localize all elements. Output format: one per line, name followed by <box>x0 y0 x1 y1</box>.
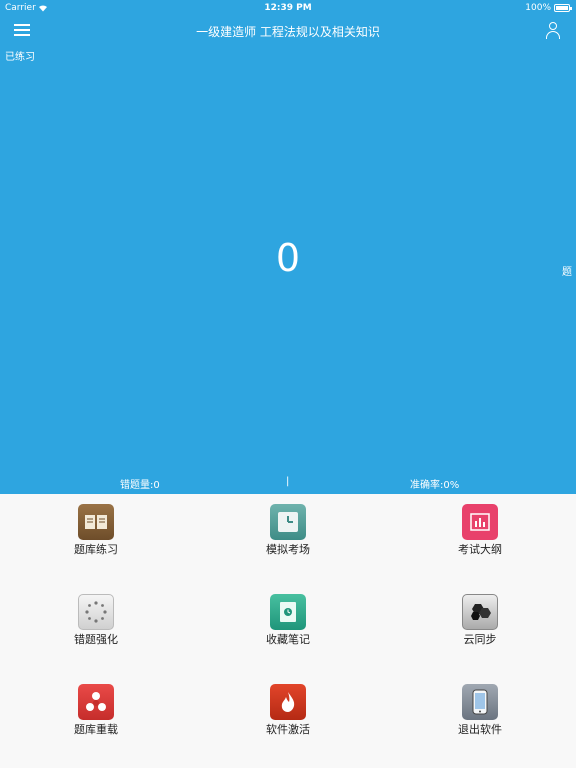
page-title: 一级建造师 工程法规以及相关知识 <box>196 25 380 39</box>
note-icon <box>270 594 306 630</box>
menu-item-activate[interactable]: 软件激活 <box>192 674 384 764</box>
battery-icon <box>554 4 572 12</box>
flame-icon <box>270 684 306 720</box>
stats-row: 错题量:0 | 准确率:0% <box>0 476 576 491</box>
menu-item-label: 模拟考场 <box>266 543 310 556</box>
phone-icon <box>462 684 498 720</box>
user-icon[interactable] <box>545 22 561 40</box>
practiced-count: 0 <box>275 236 301 280</box>
practiced-label: 已练习 <box>5 52 35 63</box>
menu-item-label: 云同步 <box>463 633 497 646</box>
sync-icon <box>462 594 498 630</box>
menu-item-label: 考试大纲 <box>458 543 502 556</box>
book-icon <box>78 504 114 540</box>
bar-chart-icon <box>462 504 498 540</box>
clock-time: 12:39 PM <box>264 3 312 13</box>
sparkle-icon <box>78 594 114 630</box>
battery-percent: 100% <box>525 3 551 13</box>
menu-item-syllabus[interactable]: 考试大纲 <box>384 494 576 584</box>
menu-item-exit[interactable]: 退出软件 <box>384 674 576 764</box>
wrong-count: 错题量:0 <box>120 480 160 491</box>
stats-separator: | <box>286 476 290 487</box>
nav-bar: 一级建造师 工程法规以及相关知识 <box>0 16 576 46</box>
menu-item-cloud-sync[interactable]: 云同步 <box>384 584 576 674</box>
summary-panel: 一级建造师 工程法规以及相关知识 已练习 0 题 错题量:0 | 准确率:0% <box>0 16 576 494</box>
question-unit-label: 题 <box>562 267 572 278</box>
menu-item-favorites[interactable]: 收藏笔记 <box>192 584 384 674</box>
reload-icon <box>78 684 114 720</box>
clock-icon <box>270 504 306 540</box>
menu-item-mock-exam[interactable]: 模拟考场 <box>192 494 384 584</box>
status-bar: Carrier 12:39 PM 100% <box>0 0 576 16</box>
menu-item-question-bank[interactable]: 题库练习 <box>0 494 192 584</box>
menu-item-reload-bank[interactable]: 题库重载 <box>0 674 192 764</box>
menu-item-wrong-review[interactable]: 错题强化 <box>0 584 192 674</box>
menu-item-label: 错题强化 <box>74 633 118 646</box>
menu-item-label: 收藏笔记 <box>266 633 310 646</box>
menu-grid: 题库练习 模拟考场 考试大纲 错题强化 收藏笔记 云同步 题库重载 软件激活 退… <box>0 494 576 768</box>
accuracy-rate: 准确率:0% <box>410 480 460 491</box>
menu-item-label: 软件激活 <box>266 723 310 736</box>
menu-item-label: 题库练习 <box>74 543 118 556</box>
menu-item-label: 题库重载 <box>74 723 118 736</box>
menu-item-label: 退出软件 <box>458 723 502 736</box>
